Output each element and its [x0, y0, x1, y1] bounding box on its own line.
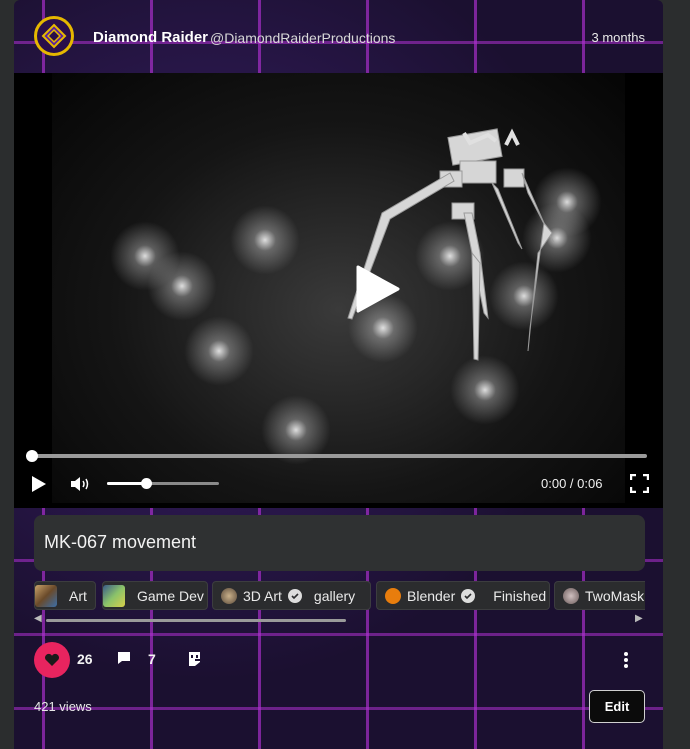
volume-icon[interactable]	[70, 476, 90, 492]
avatar[interactable]	[34, 16, 74, 56]
video-timecode: 0:00 / 0:06	[541, 476, 603, 491]
tag-sublabel: gallery	[313, 587, 356, 604]
video-player[interactable]: 0:00 / 0:06	[14, 73, 663, 508]
tag-blender-finished[interactable]: Blender Finished	[376, 581, 550, 610]
tag-label: Blender	[407, 587, 456, 604]
react-emoji-icon[interactable]	[186, 650, 204, 668]
diamond-logo-icon	[41, 23, 67, 49]
edit-button[interactable]: Edit	[589, 690, 645, 723]
comment-icon[interactable]	[116, 650, 132, 666]
like-count: 26	[77, 651, 93, 667]
post-actions: 26 7	[34, 642, 645, 678]
scrollbar-thumb[interactable]	[46, 619, 346, 622]
post-card: Diamond Raider @DiamondRaiderProductions…	[14, 0, 663, 749]
like-button[interactable]	[34, 642, 70, 678]
tag-art[interactable]: Art	[34, 581, 96, 610]
post-timestamp: 3 months	[591, 30, 645, 45]
3d-art-thumbnail-icon	[221, 587, 237, 604]
play-icon[interactable]	[31, 475, 47, 493]
post-header: Diamond Raider @DiamondRaiderProductions…	[14, 0, 663, 72]
more-options-icon[interactable]	[623, 651, 629, 669]
heart-icon	[45, 653, 59, 666]
art-thumbnail-icon	[35, 584, 57, 607]
tag-label: Art	[69, 587, 87, 604]
verified-badge-icon	[287, 588, 302, 603]
robot-model-illustration	[347, 128, 555, 361]
game-dev-thumbnail-icon	[103, 584, 125, 607]
author-name[interactable]: Diamond Raider	[93, 29, 208, 46]
video-progress-bar[interactable]	[31, 454, 647, 458]
verified-badge-icon	[461, 588, 476, 603]
comment-count: 7	[148, 651, 156, 667]
tag-list: Art Game Dev 3D Art gallery Blender Fini…	[34, 581, 645, 611]
play-overlay-icon[interactable]	[352, 264, 402, 314]
view-count: 421 views	[34, 699, 92, 714]
video-frame	[52, 73, 625, 503]
fullscreen-icon[interactable]	[630, 474, 649, 493]
video-progress-thumb[interactable]	[26, 450, 38, 462]
post-title: MK-067 movement	[44, 532, 197, 552]
tag-twomask[interactable]: TwoMask S	[554, 581, 645, 610]
scroll-left-icon[interactable]: ◀	[34, 613, 42, 624]
scroll-right-icon[interactable]: ▶	[635, 613, 643, 624]
tag-label: Game Dev	[137, 587, 204, 604]
blender-icon	[385, 587, 401, 604]
tag-game-dev[interactable]: Game Dev	[102, 581, 208, 610]
tag-3d-art-gallery[interactable]: 3D Art gallery	[212, 581, 371, 610]
twomask-thumbnail-icon	[563, 587, 579, 604]
tag-sublabel: Finished	[493, 587, 547, 604]
author-handle[interactable]: @DiamondRaiderProductions	[210, 30, 395, 46]
post-title-box: MK-067 movement	[34, 515, 645, 571]
tag-label: TwoMask S	[585, 587, 645, 604]
tag-scrollbar[interactable]: ◀ ▶	[34, 613, 645, 626]
tag-label: 3D Art	[243, 587, 282, 604]
